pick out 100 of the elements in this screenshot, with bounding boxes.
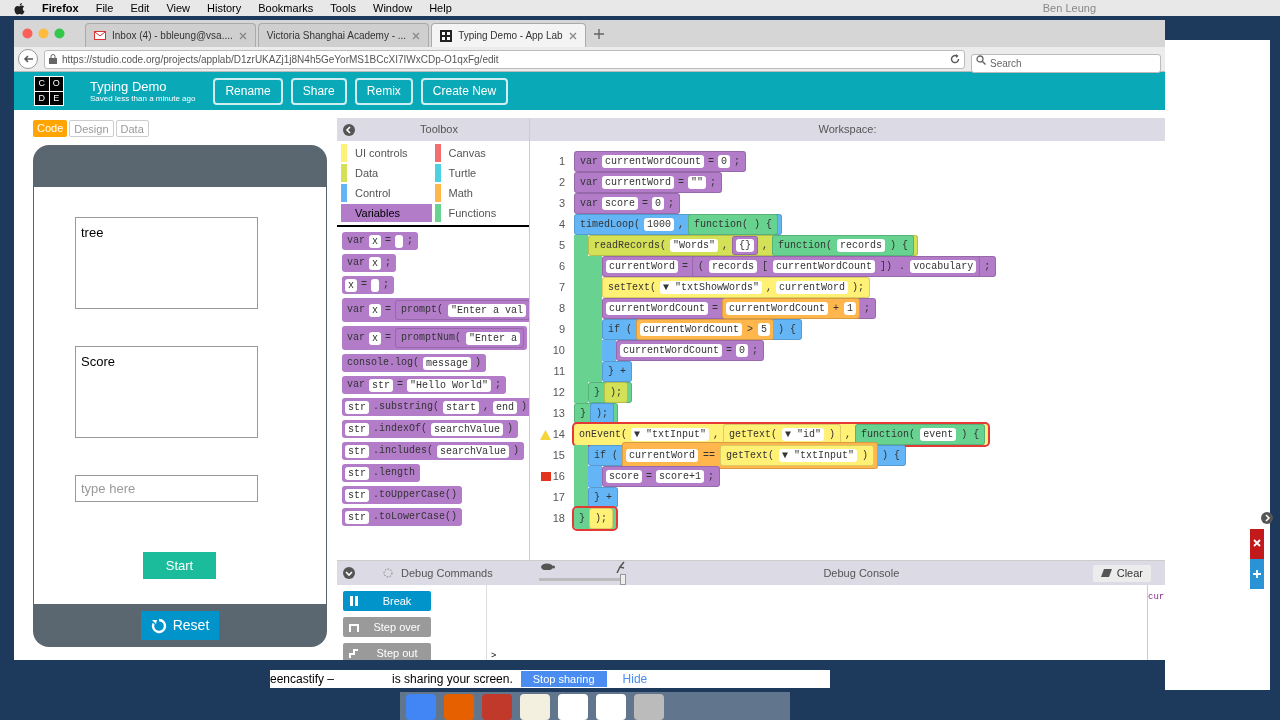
code-block[interactable]: } );	[588, 382, 633, 403]
menu-item[interactable]: History	[207, 0, 242, 17]
browser-tab[interactable]: Inbox (4) - bbleung@vsa....	[85, 23, 256, 47]
code-field[interactable]: ""	[688, 176, 707, 189]
toolbox-category[interactable]: Functions	[434, 204, 525, 222]
code-field[interactable]: score	[602, 197, 639, 210]
palette-block[interactable]: str .toUpperCase()	[342, 486, 463, 504]
code-block[interactable]: var currentWord = "" ;	[574, 172, 723, 193]
code-field[interactable]: end	[493, 400, 518, 414]
menu-app-name[interactable]: Firefox	[42, 0, 79, 17]
code-field[interactable]: ▼ "id"	[782, 428, 825, 441]
menu-item[interactable]: Tools	[330, 0, 356, 17]
code-block[interactable]: currentWord = ( records [ currentWordCount ]) . vocabulary ;	[602, 256, 997, 277]
code-field[interactable]: ▼ "txtInput"	[631, 428, 710, 441]
code-field[interactable]: {}	[736, 239, 755, 252]
code-field[interactable]: currentWord	[626, 449, 699, 462]
code-field[interactable]: str	[369, 378, 394, 392]
palette-block[interactable]: str .substring( start , end )	[342, 398, 529, 416]
code-field[interactable]: currentWordCount	[620, 344, 722, 357]
code-field[interactable]: str	[345, 400, 369, 414]
palette-block[interactable]: var x = ;	[342, 232, 419, 250]
code-field[interactable]: 0	[718, 155, 731, 168]
code-field[interactable]: currentWordCount	[640, 323, 743, 336]
speed-slider[interactable]	[539, 574, 626, 585]
code-field[interactable]: vocabulary	[910, 260, 977, 273]
code-field[interactable]: "Hello World"	[407, 378, 492, 392]
code-block[interactable]: } +	[588, 487, 619, 508]
menu-item[interactable]: Window	[373, 0, 413, 17]
code-field[interactable]: "Enter a val	[448, 303, 527, 317]
code-field[interactable]: currentWord	[776, 281, 849, 294]
code-field[interactable]: 1	[844, 302, 857, 315]
menu-item[interactable]: Bookmarks	[258, 0, 314, 17]
slider-thumb[interactable]	[620, 574, 626, 585]
menu-item[interactable]: View	[166, 0, 191, 17]
browser-tab[interactable]: Victoria Shanghai Academy - ...	[257, 23, 430, 47]
code-field[interactable]: currentWordCount	[773, 260, 876, 273]
text-input[interactable]: type here	[75, 475, 258, 502]
code-field[interactable]: score+1	[656, 470, 705, 483]
code-block[interactable]: var score = 0 ;	[574, 193, 681, 214]
code-field[interactable]: x	[369, 331, 382, 345]
menu-item[interactable]: Help	[429, 0, 452, 17]
dock-icon[interactable]	[596, 694, 626, 720]
code-field[interactable]: str	[345, 422, 369, 436]
back-button[interactable]	[18, 49, 38, 69]
code-field[interactable]: event	[920, 428, 957, 441]
code-field[interactable]: ▼ "txtInput"	[779, 449, 858, 462]
palette-block[interactable]: str .includes( searchValue )	[342, 442, 525, 460]
browser-tab[interactable]: Typing Demo - App Lab	[431, 23, 586, 47]
toolbox-category[interactable]: UI controls	[341, 144, 432, 162]
palette-block[interactable]: console.log( message )	[342, 354, 487, 372]
palette-block[interactable]: var x ;	[342, 254, 397, 272]
code-field[interactable]: str	[345, 488, 369, 502]
toolbox-category[interactable]: Variables	[341, 204, 432, 222]
clear-button[interactable]: Clear	[1092, 564, 1151, 582]
code-field[interactable]: records	[709, 260, 758, 273]
code-field[interactable]: 5	[758, 323, 771, 336]
toolbox-category[interactable]: Control	[341, 184, 432, 202]
code-field[interactable]: x	[369, 234, 382, 248]
code-field[interactable]: currentWordCount	[602, 155, 705, 168]
menu-item[interactable]: File	[95, 0, 114, 17]
code-field[interactable]: "Enter a	[466, 331, 521, 345]
empty-field[interactable]	[371, 278, 380, 292]
code-field[interactable]: start	[443, 400, 480, 414]
code-block[interactable]: } );	[574, 508, 617, 529]
code-field[interactable]: score	[606, 470, 642, 483]
dock-icon[interactable]	[520, 694, 550, 720]
palette-block[interactable]: str .toLowerCase()	[342, 508, 463, 526]
code-field[interactable]: records	[837, 239, 886, 252]
code-field[interactable]: 0	[736, 344, 749, 357]
search-field[interactable]: Search	[971, 53, 1161, 73]
dock-icon[interactable]	[558, 694, 588, 720]
toolbox-category[interactable]: Math	[434, 184, 525, 202]
code-field[interactable]: x	[345, 278, 357, 292]
palette-block[interactable]: x = ;	[342, 276, 395, 294]
menu-item[interactable]: Edit	[130, 0, 150, 17]
dock-icon[interactable]	[634, 694, 664, 720]
code-field[interactable]: currentWord	[602, 176, 675, 189]
dock-icon[interactable]	[482, 694, 512, 720]
code-block[interactable]: readRecords( "Words" , {} , function( records ) {	[588, 235, 919, 256]
dock-icon[interactable]	[444, 694, 474, 720]
code-block[interactable]: score = score+1 ;	[602, 466, 721, 487]
code-field[interactable]: 1000	[644, 218, 675, 231]
address-bar[interactable]: https://studio.code.org/projects/applab/D1zrUKAZj1j8N4h5GeYorMS1BCcXI7IWxCDp-O1qxFg/edit	[44, 49, 965, 69]
code-field[interactable]: ▼ "txtShowWords"	[660, 281, 763, 294]
code-field[interactable]: currentWord	[606, 260, 678, 273]
dock-icon[interactable]	[406, 694, 436, 720]
palette-block[interactable]: str .length	[342, 464, 421, 482]
breakpoint-marker[interactable]	[540, 472, 551, 481]
code-block[interactable]: setText( ▼ "txtShowWords" , currentWord );	[602, 277, 871, 298]
code-field[interactable]: x	[369, 303, 382, 317]
code-field[interactable]: str	[345, 510, 369, 524]
code-block[interactable]: } );	[574, 403, 619, 424]
palette-block[interactable]: var x = prompt( "Enter a val	[342, 298, 529, 322]
code-block[interactable]: currentWordCount = currentWordCount + 1 ;	[602, 298, 877, 319]
code-field[interactable]: str	[345, 444, 369, 458]
code-field[interactable]: currentWordCount	[606, 302, 708, 315]
palette-block[interactable]: str .indexOf( searchValue )	[342, 420, 519, 438]
toolbox-category[interactable]: Data	[341, 164, 432, 182]
code-field[interactable]: x	[369, 256, 382, 270]
code-field[interactable]: "Words"	[670, 239, 719, 252]
